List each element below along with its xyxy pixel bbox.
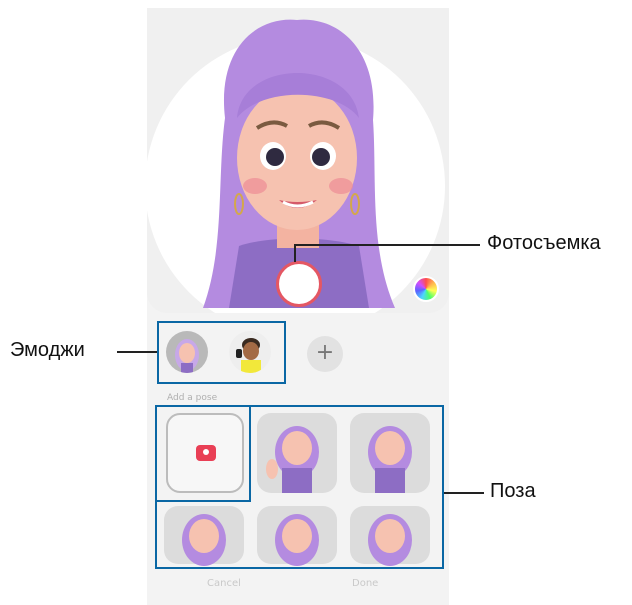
done-button[interactable]: Done <box>352 578 378 589</box>
emoji-callout-line <box>117 351 157 353</box>
color-picker-button[interactable] <box>413 276 439 302</box>
section-label: Add a pose <box>167 393 218 403</box>
pose-callout-label: Поза <box>490 480 536 502</box>
emoji-callout-label: Эмоджи <box>10 339 85 361</box>
capture-callout-line <box>294 244 480 246</box>
cancel-button[interactable]: Cancel <box>207 578 241 589</box>
capture-button[interactable] <box>276 261 322 307</box>
add-emoji-button[interactable]: + <box>307 336 343 372</box>
capture-callout-drop <box>294 244 296 262</box>
pose-callout-line <box>444 492 484 494</box>
pose-callout-inner <box>155 405 251 502</box>
capture-callout-label: Фотосъемка <box>487 232 601 254</box>
emoji-callout-frame <box>157 321 286 384</box>
